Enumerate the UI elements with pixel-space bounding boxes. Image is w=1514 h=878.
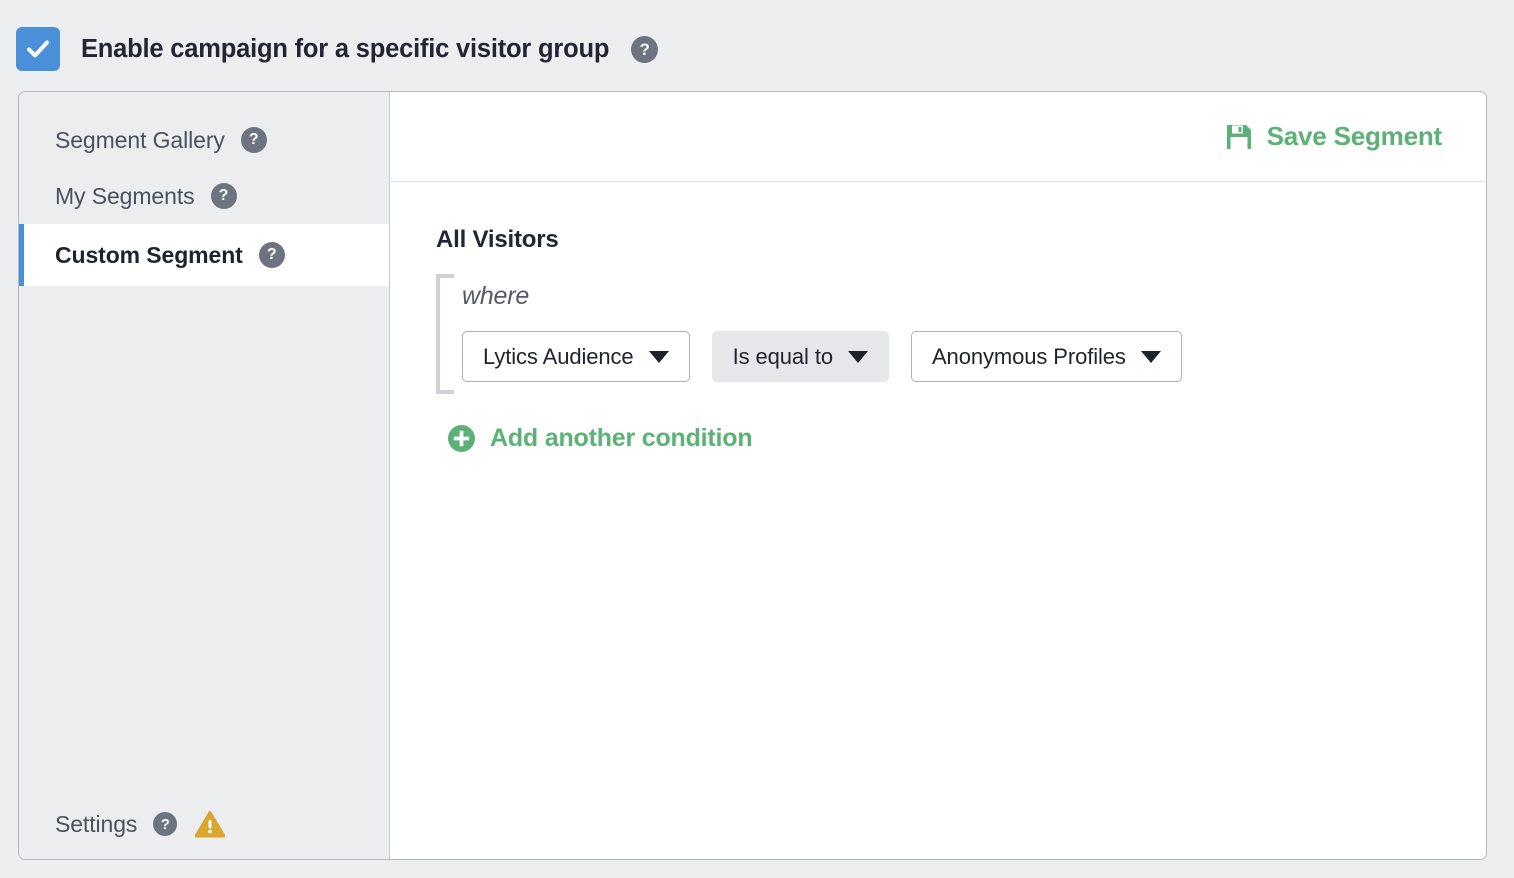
condition-value-value: Anonymous Profiles <box>932 344 1126 370</box>
sidebar-item-label: Custom Segment <box>55 242 243 269</box>
save-segment-button[interactable]: Save Segment <box>1225 121 1442 152</box>
sidebar-nav-list: Segment Gallery ? My Segments ? Custom S… <box>19 92 389 286</box>
chevron-down-icon <box>1141 351 1161 363</box>
settings-help-icon[interactable]: ? <box>153 812 177 836</box>
content-header: Save Segment <box>390 92 1486 182</box>
sidebar: Segment Gallery ? My Segments ? Custom S… <box>19 92 390 859</box>
save-segment-label: Save Segment <box>1267 121 1442 152</box>
chevron-down-icon <box>649 351 669 363</box>
chevron-down-icon <box>848 351 868 363</box>
warning-icon[interactable] <box>195 811 225 838</box>
condition-group: where Lytics Audience Is equal to Anonym… <box>436 274 1402 394</box>
sidebar-item-settings[interactable]: Settings ? <box>19 789 389 859</box>
sidebar-item-label: My Segments <box>55 183 195 210</box>
my-segments-help-icon[interactable]: ? <box>211 183 237 209</box>
content-body: All Visitors where Lytics Audience Is eq… <box>390 182 1486 859</box>
segment-gallery-help-icon[interactable]: ? <box>241 127 267 153</box>
sidebar-item-segment-gallery[interactable]: Segment Gallery ? <box>19 112 389 168</box>
enable-campaign-row: Enable campaign for a specific visitor g… <box>16 22 658 76</box>
custom-segment-help-icon[interactable]: ? <box>259 242 285 268</box>
add-another-condition-button[interactable]: Add another condition <box>447 424 752 453</box>
floppy-disk-icon <box>1225 123 1253 151</box>
condition-field-dropdown[interactable]: Lytics Audience <box>462 331 690 382</box>
condition-row: Lytics Audience Is equal to Anonymous Pr… <box>462 331 1402 382</box>
content-area: Save Segment All Visitors where Lytics A… <box>390 92 1486 859</box>
condition-operator-dropdown[interactable]: Is equal to <box>712 331 889 382</box>
where-label: where <box>462 282 1402 311</box>
segment-title: All Visitors <box>436 226 1486 254</box>
plus-circle-icon <box>447 424 476 453</box>
enable-campaign-checkbox[interactable] <box>16 27 60 71</box>
checkmark-icon <box>25 36 51 62</box>
sidebar-item-custom-segment[interactable]: Custom Segment ? <box>19 224 389 286</box>
segment-builder-panel: Segment Gallery ? My Segments ? Custom S… <box>18 91 1487 860</box>
condition-field-value: Lytics Audience <box>483 344 634 370</box>
enable-campaign-help-icon[interactable]: ? <box>631 36 658 63</box>
settings-label: Settings <box>55 811 137 838</box>
condition-value-dropdown[interactable]: Anonymous Profiles <box>911 331 1182 382</box>
enable-campaign-label: Enable campaign for a specific visitor g… <box>81 35 609 64</box>
condition-operator-value: Is equal to <box>733 344 833 370</box>
sidebar-item-label: Segment Gallery <box>55 127 225 154</box>
condition-bracket <box>436 274 454 394</box>
sidebar-item-my-segments[interactable]: My Segments ? <box>19 168 389 224</box>
add-another-condition-label: Add another condition <box>490 424 752 453</box>
